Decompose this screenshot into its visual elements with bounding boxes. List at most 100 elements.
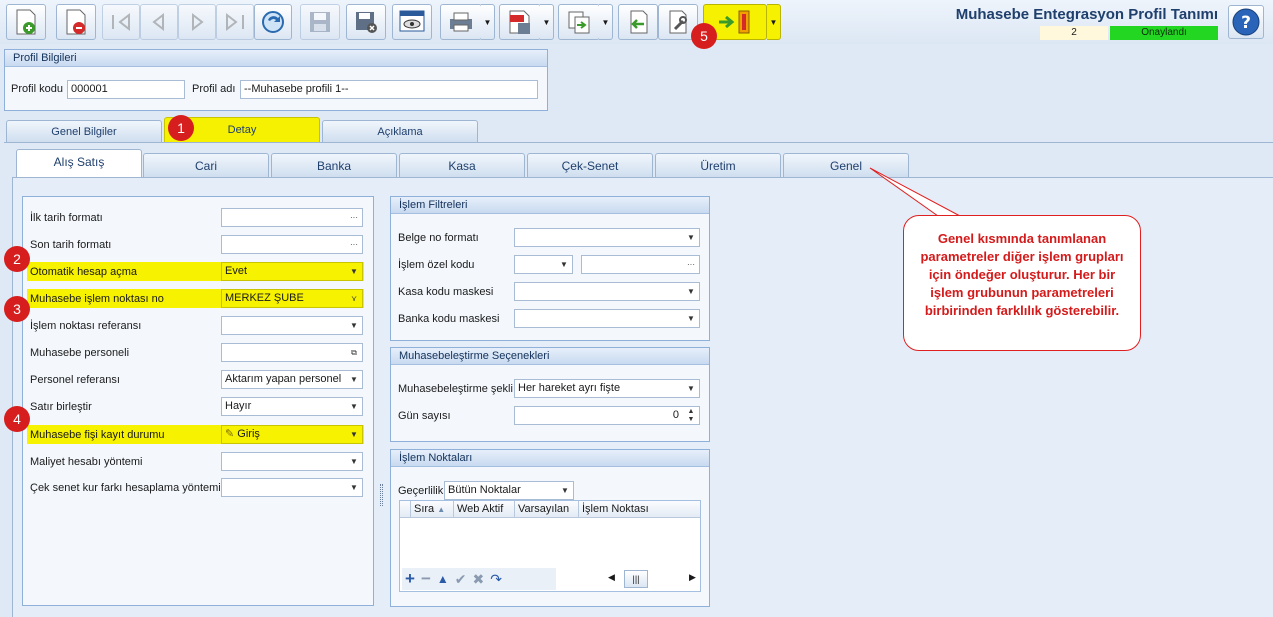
- days-stepper[interactable]: 0 ▲ ▼: [514, 406, 700, 425]
- profile-name-field[interactable]: --Muhasebe profili 1--: [240, 80, 538, 99]
- tab-kasa[interactable]: Kasa: [399, 153, 525, 177]
- column-header-varsayilan[interactable]: Varsayılan: [514, 501, 578, 518]
- double-chevron-down-icon[interactable]: ⋎: [346, 290, 362, 307]
- pdf-export-button[interactable]: [499, 4, 541, 40]
- tab-genel-bilgiler[interactable]: Genel Bilgiler: [6, 120, 162, 142]
- tab-banka[interactable]: Banka: [271, 153, 397, 177]
- islem-noktasi-ref-select[interactable]: ▼: [221, 316, 363, 335]
- validity-value: Bütün Noktalar: [448, 484, 521, 496]
- ellipsis-icon[interactable]: ···: [683, 256, 699, 273]
- otomatik-hesap-value: Evet: [225, 265, 248, 277]
- ilk-tarih-field[interactable]: ···: [221, 208, 363, 227]
- tab-alis-satis[interactable]: Alış Satış: [16, 149, 142, 177]
- help-button[interactable]: ?: [1228, 5, 1264, 39]
- ellipsis-icon[interactable]: ···: [346, 209, 362, 226]
- chevron-down-icon[interactable]: ▼: [683, 283, 699, 300]
- chevron-down-icon[interactable]: ▼: [683, 380, 699, 397]
- scroll-right-icon[interactable]: ▶: [689, 572, 696, 583]
- chevron-down-icon[interactable]: ▼: [683, 229, 699, 246]
- spin-arrows-icon[interactable]: ▲ ▼: [683, 407, 699, 424]
- save-close-icon: [356, 12, 377, 33]
- cancel-icon[interactable]: ✖: [473, 571, 485, 588]
- first-record-button[interactable]: [102, 4, 140, 40]
- chevron-down-icon[interactable]: ▼: [683, 310, 699, 327]
- column-header-islem-noktasi[interactable]: İşlem Noktası: [578, 501, 700, 518]
- ozel-kod-lookup[interactable]: ···: [581, 255, 700, 274]
- profile-code-field[interactable]: 000001: [67, 80, 185, 99]
- method-label: Muhasebeleştirme şekli: [398, 383, 513, 395]
- otomatik-hesap-label: Otomatik hesap açma: [30, 266, 137, 278]
- save-close-button[interactable]: [346, 4, 386, 40]
- profile-name-label: Profil adı: [192, 83, 236, 95]
- chevron-down-icon[interactable]: ▼: [557, 482, 573, 499]
- scroll-left-icon[interactable]: ◀: [608, 572, 615, 583]
- confirm-icon[interactable]: ✔: [455, 571, 467, 588]
- save-button[interactable]: [300, 4, 340, 40]
- lookup-icon[interactable]: ⧉: [346, 344, 362, 361]
- islem-noktasi-no-field[interactable]: MERKEZ ŞUBE ⋎: [221, 289, 363, 308]
- last-record-button[interactable]: [216, 4, 254, 40]
- column-label: Sıra: [414, 503, 435, 515]
- satir-birlestir-select[interactable]: Hayır ▼: [221, 397, 363, 416]
- new-record-button[interactable]: [6, 4, 46, 40]
- print-dropdown-arrow[interactable]: ▼: [481, 4, 495, 40]
- copy-button[interactable]: [558, 4, 600, 40]
- copy-dropdown-arrow[interactable]: ▼: [599, 4, 613, 40]
- chevron-down-icon[interactable]: ▼: [346, 426, 362, 443]
- tab-divider: [4, 142, 1273, 143]
- prev-record-button[interactable]: [140, 4, 178, 40]
- refresh-button[interactable]: [254, 4, 292, 40]
- validity-select[interactable]: Bütün Noktalar ▼: [444, 481, 574, 500]
- chevron-down-icon[interactable]: ▼: [346, 263, 362, 280]
- tab-cari[interactable]: Cari: [143, 153, 269, 177]
- tab-uretim[interactable]: Üretim: [655, 153, 781, 177]
- muhasebe-personeli-field[interactable]: ⧉: [221, 343, 363, 362]
- delete-record-icon: [66, 9, 86, 35]
- kur-farki-select[interactable]: ▼: [221, 478, 363, 497]
- new-record-icon: [16, 9, 36, 35]
- delete-record-button[interactable]: [56, 4, 96, 40]
- chevron-down-icon[interactable]: ▼: [346, 453, 362, 470]
- banka-maske-select[interactable]: ▼: [514, 309, 700, 328]
- personel-ref-select[interactable]: Aktarım yapan personel ▼: [221, 370, 363, 389]
- chevron-down-icon[interactable]: ▼: [346, 371, 362, 388]
- remove-row-icon[interactable]: −: [421, 569, 431, 589]
- tab-cek-senet[interactable]: Çek-Senet: [527, 153, 653, 177]
- chevron-down-icon[interactable]: ▼: [346, 398, 362, 415]
- fis-kayit-select[interactable]: ✎ Giriş ▼: [221, 425, 363, 444]
- chevron-down-icon[interactable]: ▼: [346, 317, 362, 334]
- splitter-handle[interactable]: [380, 484, 383, 506]
- column-header-web-aktif[interactable]: Web Aktif: [453, 501, 514, 518]
- move-up-icon[interactable]: ▲: [437, 572, 449, 586]
- scroll-thumb[interactable]: |||: [624, 570, 648, 588]
- method-select[interactable]: Her hareket ayrı fişte ▼: [514, 379, 700, 398]
- maliyet-hesabi-select[interactable]: ▼: [221, 452, 363, 471]
- add-row-icon[interactable]: +: [405, 569, 415, 589]
- next-record-button[interactable]: [178, 4, 216, 40]
- kasa-maske-select[interactable]: ▼: [514, 282, 700, 301]
- chevron-down-icon[interactable]: ▼: [556, 256, 572, 273]
- redo-icon[interactable]: ↷: [490, 571, 502, 588]
- grid-horizontal-scrollbar[interactable]: ◀ ||| ▶: [608, 569, 698, 589]
- prev-record-icon: [152, 12, 164, 32]
- otomatik-hesap-select[interactable]: Evet ▼: [221, 262, 363, 281]
- back-icon: [630, 10, 648, 34]
- column-header-sira[interactable]: Sıra ▲: [410, 501, 453, 518]
- chevron-down-icon[interactable]: ▼: [346, 479, 362, 496]
- personel-ref-label: Personel referansı: [30, 374, 120, 386]
- pdf-dropdown-arrow[interactable]: ▼: [540, 4, 554, 40]
- save-icon: [310, 12, 330, 32]
- days-value: 0: [672, 409, 679, 421]
- back-button[interactable]: [618, 4, 658, 40]
- belge-no-select[interactable]: ▼: [514, 228, 700, 247]
- ozel-kod-select[interactable]: ▼: [514, 255, 573, 274]
- chevron-down-icon: ▼: [601, 17, 610, 27]
- info-callout: Genel kısmında tanımlanan parametreler d…: [903, 215, 1141, 351]
- ellipsis-icon[interactable]: ···: [346, 236, 362, 253]
- integration-dropdown-arrow[interactable]: ▼: [767, 4, 781, 40]
- print-button[interactable]: [440, 4, 482, 40]
- tab-aciklama[interactable]: Açıklama: [322, 120, 478, 142]
- son-tarih-field[interactable]: ···: [221, 235, 363, 254]
- preview-button[interactable]: [392, 4, 432, 40]
- window-title: Muhasebe Entegrasyon Profil Tanımı: [955, 6, 1218, 23]
